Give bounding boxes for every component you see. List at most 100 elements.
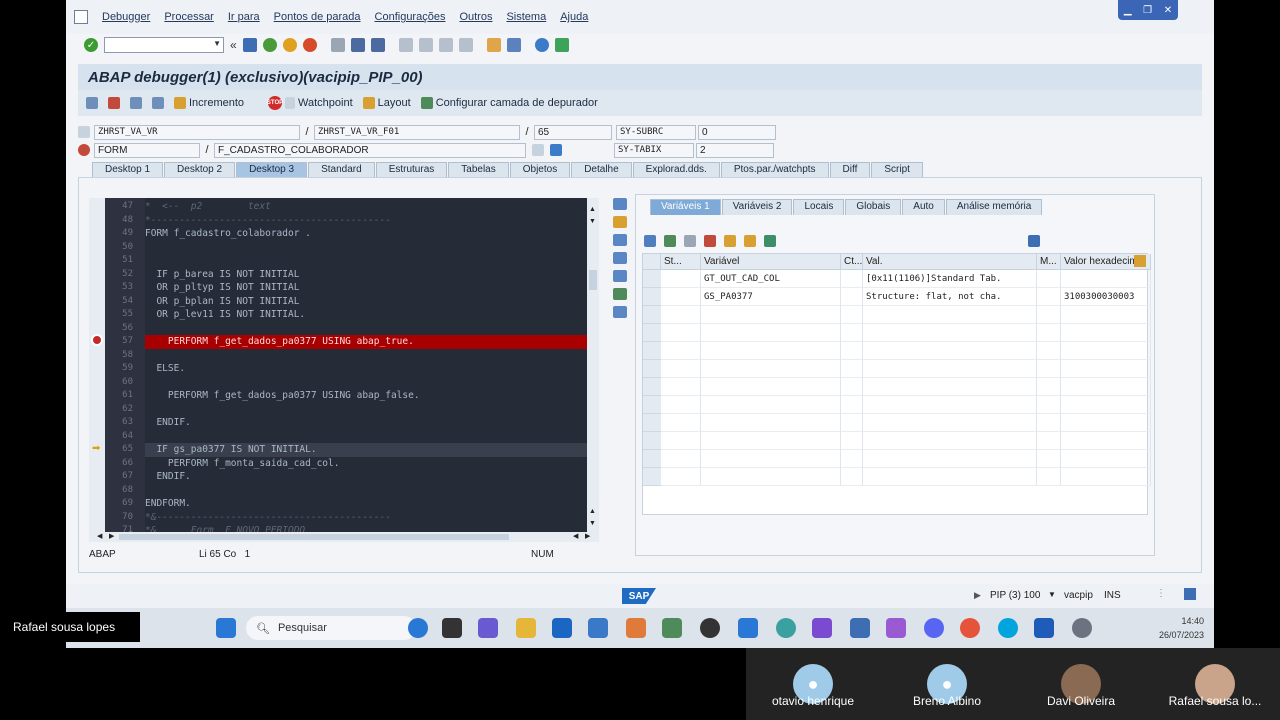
variable-value-cell[interactable] bbox=[863, 396, 1037, 414]
new-tool-icon[interactable] bbox=[613, 216, 627, 228]
row-selector[interactable] bbox=[643, 360, 661, 378]
close-icon[interactable]: ✕ bbox=[1164, 5, 1172, 16]
variable-name-cell[interactable] bbox=[701, 414, 841, 432]
grid-cell[interactable] bbox=[661, 342, 701, 360]
table-icon[interactable] bbox=[764, 235, 776, 247]
grid-cell[interactable] bbox=[661, 306, 701, 324]
tab-desktop-3[interactable]: Desktop 3 bbox=[236, 162, 308, 178]
save-variables-icon[interactable] bbox=[1028, 235, 1040, 247]
code-line[interactable]: * <-- p2 text bbox=[145, 200, 587, 214]
breakpoint-line[interactable]: PERFORM f_get_dados_pa0377 USING abap_tr… bbox=[145, 335, 587, 349]
scroll-left-icon[interactable]: ◀ bbox=[97, 532, 102, 540]
grid-cell[interactable] bbox=[841, 414, 863, 432]
delete-icon[interactable] bbox=[644, 235, 656, 247]
help-icon[interactable] bbox=[534, 38, 549, 52]
sap-logon-icon[interactable] bbox=[588, 618, 608, 638]
services-tool-icon[interactable] bbox=[613, 288, 627, 300]
command-field[interactable] bbox=[104, 37, 224, 53]
grid-cell[interactable] bbox=[1037, 288, 1061, 306]
variable-hex-cell[interactable] bbox=[1061, 324, 1151, 342]
step-return-icon[interactable] bbox=[130, 97, 142, 109]
grid-cell[interactable] bbox=[841, 378, 863, 396]
skype-icon[interactable] bbox=[998, 618, 1018, 638]
close-tool-icon[interactable] bbox=[613, 198, 627, 210]
grid-cell[interactable] bbox=[841, 360, 863, 378]
variable-hex-cell[interactable] bbox=[1061, 270, 1151, 288]
grid-cell[interactable] bbox=[661, 450, 701, 468]
column-header[interactable]: Val. bbox=[863, 254, 1037, 270]
variable-hex-cell[interactable] bbox=[1061, 306, 1151, 324]
grid-settings-icon[interactable] bbox=[1134, 255, 1146, 267]
variable-hex-cell[interactable] bbox=[1061, 396, 1151, 414]
menu-outros[interactable]: Outros bbox=[459, 11, 492, 23]
variable-hex-cell[interactable] bbox=[1061, 378, 1151, 396]
tab-explorador-dds[interactable]: Explorad.dds. bbox=[632, 162, 720, 178]
scroll-down-icon[interactable]: ▼ bbox=[589, 218, 596, 225]
tab-diff[interactable]: Diff bbox=[829, 162, 871, 178]
grid-cell[interactable] bbox=[841, 450, 863, 468]
grid-cell[interactable] bbox=[1037, 324, 1061, 342]
menu-pontos-de-parada[interactable]: Pontos de parada bbox=[274, 11, 361, 23]
find-next-icon[interactable] bbox=[370, 38, 385, 52]
row-selector[interactable] bbox=[643, 378, 661, 396]
grid-cell[interactable] bbox=[1037, 414, 1061, 432]
column-header[interactable]: St... bbox=[661, 254, 701, 270]
code-line[interactable] bbox=[145, 403, 587, 417]
participant-tile[interactable]: Rafael sousa lo... bbox=[1148, 648, 1280, 720]
code-line[interactable]: ELSE. bbox=[145, 362, 587, 376]
participant-tile[interactable]: Davi Oliveira bbox=[1014, 648, 1148, 720]
vpn-icon[interactable] bbox=[700, 618, 720, 638]
code-line[interactable]: OR p_pltyp IS NOT INITIAL bbox=[145, 281, 587, 295]
column-header[interactable]: Variável bbox=[701, 254, 841, 270]
incremento-button[interactable]: Incremento bbox=[174, 97, 244, 109]
grid-cell[interactable] bbox=[1037, 396, 1061, 414]
row-selector[interactable] bbox=[643, 432, 661, 450]
code-line[interactable] bbox=[145, 241, 587, 255]
variable-name-cell[interactable] bbox=[701, 342, 841, 360]
grid-cell[interactable] bbox=[1037, 468, 1061, 486]
variable-name-cell[interactable]: GT_OUT_CAD_COL bbox=[701, 270, 841, 288]
variable-hex-cell[interactable]: 3100300030003 bbox=[1061, 288, 1151, 306]
import-icon[interactable] bbox=[684, 235, 696, 247]
watchpoint-button[interactable]: STOP Watchpoint bbox=[267, 96, 353, 110]
program-field[interactable]: ZHRST_VA_VR bbox=[94, 124, 300, 140]
tab-tabelas[interactable]: Tabelas bbox=[448, 162, 509, 178]
lock-icon[interactable] bbox=[1184, 588, 1196, 600]
input-mode[interactable]: INS bbox=[1104, 590, 1121, 601]
variable-name-cell[interactable]: GS_PA0377 bbox=[701, 288, 841, 306]
variable-name-cell[interactable] bbox=[701, 450, 841, 468]
tab-globais[interactable]: Globais bbox=[845, 199, 902, 215]
event-name-field[interactable]: F_CADASTRO_COLABORADOR bbox=[214, 142, 526, 158]
tab-desktop-2[interactable]: Desktop 2 bbox=[164, 162, 236, 178]
variable-value-cell[interactable] bbox=[863, 360, 1037, 378]
taskbar-search[interactable]: 🔍︎ Pesquisar bbox=[246, 616, 416, 640]
editor-vertical-scrollbar[interactable]: ▲ ▼ ▲ ▼ bbox=[587, 198, 599, 532]
info-icon[interactable] bbox=[550, 144, 562, 156]
back-chevron-icon[interactable]: « bbox=[230, 38, 237, 52]
grid-cell[interactable] bbox=[661, 378, 701, 396]
tab-variaveis-2[interactable]: Variáveis 2 bbox=[721, 199, 793, 215]
variable-name-cell[interactable] bbox=[701, 378, 841, 396]
grid-cell[interactable] bbox=[841, 432, 863, 450]
variable-value-cell[interactable] bbox=[863, 324, 1037, 342]
column-header[interactable]: Ct... bbox=[841, 254, 863, 270]
file-explorer-icon[interactable] bbox=[516, 618, 536, 638]
next-page-icon[interactable] bbox=[438, 38, 453, 52]
step-over-icon[interactable] bbox=[108, 97, 120, 109]
tab-locais[interactable]: Locais bbox=[793, 199, 845, 215]
variable-hex-cell[interactable] bbox=[1061, 450, 1151, 468]
layout-tool-icon[interactable] bbox=[613, 270, 627, 282]
tab-detalhe[interactable]: Detalhe bbox=[571, 162, 632, 178]
back-icon[interactable] bbox=[262, 38, 277, 52]
grid-cell[interactable] bbox=[1037, 432, 1061, 450]
more-icon[interactable]: ⋮ bbox=[1156, 588, 1166, 599]
row-selector[interactable] bbox=[643, 396, 661, 414]
task-view-icon[interactable] bbox=[442, 618, 462, 638]
participant-tile[interactable]: ● Breno Albino bbox=[880, 648, 1014, 720]
row-selector[interactable] bbox=[643, 468, 661, 486]
code-line[interactable] bbox=[145, 376, 587, 390]
menu-ir-para[interactable]: Ir para bbox=[228, 11, 260, 23]
app-icon[interactable] bbox=[626, 618, 646, 638]
variable-hex-cell[interactable] bbox=[1061, 360, 1151, 378]
grid-cell[interactable] bbox=[661, 396, 701, 414]
